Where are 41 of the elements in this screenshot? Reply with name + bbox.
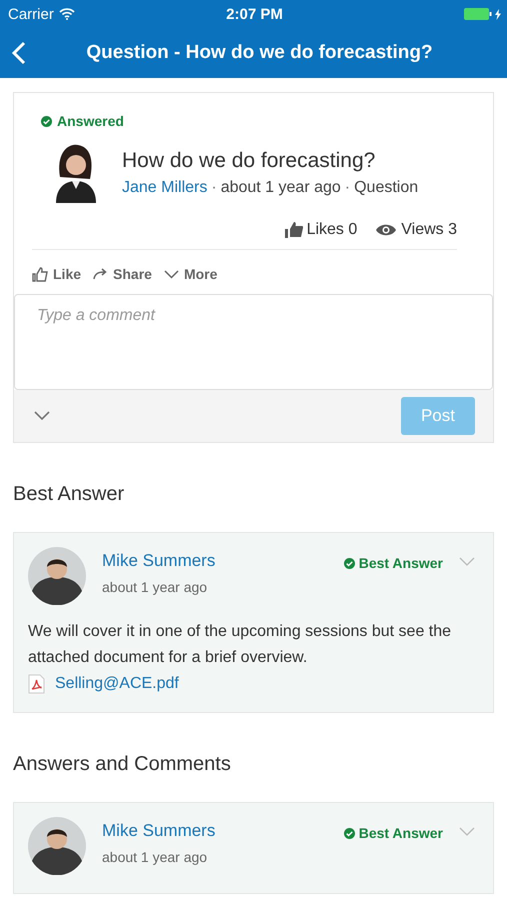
timestamp: about 1 year ago bbox=[102, 579, 208, 595]
best-answer-label: Best Answer bbox=[358, 555, 443, 571]
section-heading: Best Answer bbox=[13, 483, 126, 506]
author-link[interactable]: Jane Millers bbox=[122, 179, 208, 196]
chevron-down-icon bbox=[164, 270, 179, 278]
separator-dot: · bbox=[344, 179, 350, 196]
answered-label: Answered bbox=[57, 113, 124, 129]
avatar bbox=[28, 547, 86, 605]
check-circle-icon bbox=[41, 116, 52, 126]
best-answer-label: Best Answer bbox=[358, 825, 443, 842]
stat-label: Views 3 bbox=[401, 221, 457, 239]
charging-icon bbox=[494, 8, 501, 20]
eye-icon bbox=[375, 223, 398, 237]
stat-label: Likes 0 bbox=[306, 221, 358, 239]
share-button[interactable]: Share bbox=[93, 266, 152, 282]
thumbs-up-icon bbox=[32, 266, 48, 282]
attachment-link[interactable]: Selling@ACE.pdf bbox=[55, 675, 179, 694]
answer-text: We will cover it in one of the upcoming sessions but see the attached document for a brief overview. bbox=[28, 622, 452, 668]
meta-text: Question bbox=[354, 179, 418, 196]
pdf-file-icon bbox=[28, 674, 45, 694]
timestamp: about 1 year ago bbox=[102, 849, 208, 866]
carrier-name: Carrier bbox=[8, 6, 54, 22]
question-title: How do we do forecasting? bbox=[122, 149, 376, 173]
share-arrow-icon bbox=[93, 268, 108, 280]
thumbs-up-icon bbox=[284, 222, 303, 238]
like-button[interactable]: Like bbox=[32, 266, 82, 282]
meta-text: about 1 year ago bbox=[220, 179, 341, 196]
comment-field[interactable]: Type a comment bbox=[14, 294, 493, 390]
chevron-down-icon[interactable] bbox=[34, 411, 50, 421]
separator-dot: · bbox=[211, 179, 217, 196]
section-heading: Answers and Comments bbox=[13, 753, 232, 776]
clock-time: 2:07 PM bbox=[226, 6, 283, 22]
author-link[interactable]: Mike Summers bbox=[102, 821, 328, 842]
battery-icon bbox=[464, 8, 492, 20]
check-circle-icon bbox=[344, 558, 355, 568]
check-circle-icon bbox=[344, 828, 355, 839]
screen-title: Question - How do we do forecasting? bbox=[85, 42, 434, 64]
wifi-icon bbox=[58, 8, 75, 20]
avatar bbox=[28, 817, 86, 876]
more-button[interactable]: More bbox=[164, 266, 218, 282]
author-link[interactable]: Mike Summers bbox=[102, 551, 328, 571]
